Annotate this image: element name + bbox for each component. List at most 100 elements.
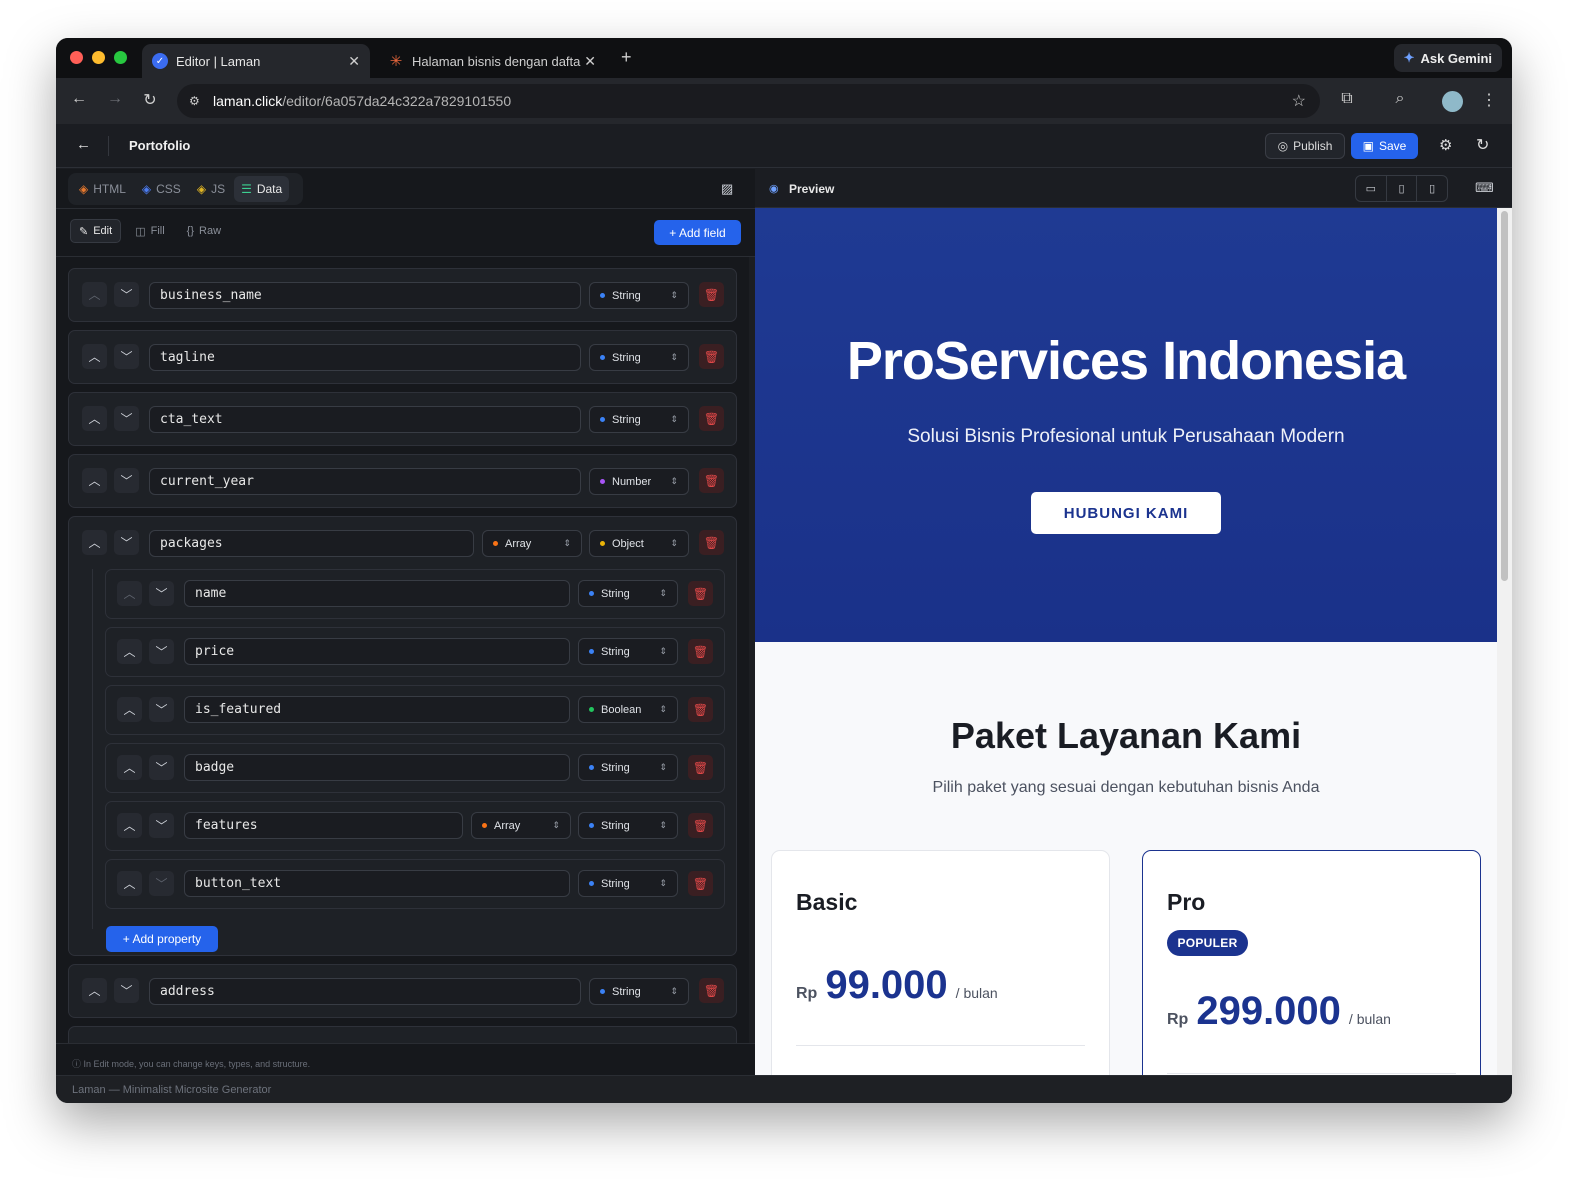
ask-gemini-button[interactable]: ✦ Ask Gemini xyxy=(1393,44,1502,72)
add-property-button[interactable]: + Add property xyxy=(106,926,218,952)
back-arrow-icon[interactable]: ← xyxy=(76,136,91,153)
image-icon[interactable]: ▨ xyxy=(721,181,733,197)
back-icon[interactable]: ← xyxy=(68,90,90,108)
move-down-icon[interactable]: ﹀ xyxy=(114,530,139,555)
delete-trash-icon[interactable]: 🗑 xyxy=(688,697,713,722)
field-type-select[interactable]: String ⇕ xyxy=(589,282,689,309)
mobile-icon[interactable]: ▯ xyxy=(1417,176,1447,201)
new-tab-button[interactable]: + xyxy=(621,47,632,68)
property-type-select[interactable]: String ⇕ xyxy=(578,754,678,781)
move-down-icon[interactable]: ﹀ xyxy=(149,581,174,606)
move-up-icon[interactable]: ︿ xyxy=(117,755,142,780)
item-type-select[interactable]: Object ⇕ xyxy=(589,530,689,557)
cta-button[interactable]: HUBUNGI KAMI xyxy=(1031,492,1221,534)
add-field-button[interactable]: + Add field xyxy=(654,220,741,245)
mode-fill[interactable]: ◫ Fill xyxy=(127,219,172,243)
property-type-select[interactable]: String ⇕ xyxy=(578,638,678,665)
move-up-icon[interactable]: ︿ xyxy=(117,581,142,606)
field-key-input[interactable]: address xyxy=(149,978,581,1005)
property-key-input[interactable]: features xyxy=(184,812,463,839)
tab-halaman[interactable]: ✳ Halaman bisnis dengan dafta ✕ xyxy=(378,44,606,78)
scrollbar-thumb[interactable] xyxy=(1501,211,1508,581)
property-key-input[interactable]: price xyxy=(184,638,570,665)
settings-gear-icon[interactable]: ⚙ xyxy=(1439,136,1452,154)
move-up-icon[interactable]: ︿ xyxy=(82,344,107,369)
move-up-icon[interactable]: ︿ xyxy=(82,468,107,493)
move-up-icon[interactable]: ︿ xyxy=(82,530,107,555)
delete-trash-icon[interactable]: 🗑 xyxy=(688,755,713,780)
tablet-icon[interactable]: ▯ xyxy=(1387,176,1418,201)
field-type-select[interactable]: Array ⇕ xyxy=(482,530,582,557)
delete-trash-icon[interactable]: 🗑 xyxy=(699,282,724,307)
move-up-icon[interactable]: ︿ xyxy=(82,978,107,1003)
move-down-icon[interactable]: ﹀ xyxy=(114,468,139,493)
maximize-window-button[interactable] xyxy=(114,51,127,64)
address-bar[interactable]: ⚙ laman.click/editor/6a057da24c322a78291… xyxy=(177,84,1320,118)
move-down-icon[interactable]: ﹀ xyxy=(114,406,139,431)
mode-edit[interactable]: ✎ Edit xyxy=(70,219,122,243)
minimize-window-button[interactable] xyxy=(92,51,105,64)
delete-trash-icon[interactable]: 🗑 xyxy=(699,530,724,555)
move-up-icon[interactable]: ︿ xyxy=(117,871,142,896)
mode-raw[interactable]: {} Raw xyxy=(179,219,229,243)
preview-scrollbar[interactable] xyxy=(1497,208,1512,1075)
move-down-icon[interactable]: ﹀ xyxy=(114,344,139,369)
delete-trash-icon[interactable]: 🗑 xyxy=(699,344,724,369)
tab-html[interactable]: ◈ HTML xyxy=(72,176,133,202)
tab-css[interactable]: ◈ CSS xyxy=(135,176,188,202)
move-down-icon[interactable]: ﹀ xyxy=(149,755,174,780)
move-down-icon[interactable]: ﹀ xyxy=(149,639,174,664)
property-type-select[interactable]: String ⇕ xyxy=(578,580,678,607)
property-type-select[interactable]: String ⇕ xyxy=(578,870,678,897)
property-item-type-select[interactable]: String ⇕ xyxy=(578,812,678,839)
property-type-select[interactable]: Boolean ⇕ xyxy=(578,696,678,723)
tab-editor[interactable]: ✓ Editor | Laman ✕ xyxy=(142,44,370,78)
reload-icon[interactable]: ↻ xyxy=(139,90,161,110)
bookmark-star-icon[interactable]: ☆ xyxy=(1292,91,1306,111)
delete-trash-icon[interactable]: 🗑 xyxy=(699,978,724,1003)
move-down-icon[interactable]: ﹀ xyxy=(114,282,139,307)
field-key-input[interactable]: tagline xyxy=(149,344,581,371)
close-window-button[interactable] xyxy=(70,51,83,64)
close-tab-icon[interactable]: ✕ xyxy=(584,53,596,70)
extensions-icon[interactable]: ⧉ xyxy=(1336,90,1358,108)
delete-trash-icon[interactable]: 🗑 xyxy=(688,871,713,896)
refresh-icon[interactable]: ↻ xyxy=(1476,135,1489,155)
tab-js[interactable]: ◈ JS xyxy=(190,176,232,202)
property-key-input[interactable]: is_featured xyxy=(184,696,570,723)
delete-trash-icon[interactable]: 🗑 xyxy=(688,639,713,664)
move-up-icon[interactable]: ︿ xyxy=(82,282,107,307)
field-type-select[interactable]: String ⇕ xyxy=(589,406,689,433)
close-tab-icon[interactable]: ✕ xyxy=(348,53,360,70)
more-menu-icon[interactable]: ⋮ xyxy=(1478,90,1500,110)
property-key-input[interactable]: badge xyxy=(184,754,570,781)
move-up-icon[interactable]: ︿ xyxy=(117,639,142,664)
move-down-icon[interactable]: ﹀ xyxy=(114,978,139,1003)
delete-trash-icon[interactable]: 🗑 xyxy=(699,406,724,431)
save-button[interactable]: ▣ Save xyxy=(1351,133,1418,159)
move-down-icon[interactable]: ﹀ xyxy=(149,813,174,838)
move-up-icon[interactable]: ︿ xyxy=(117,697,142,722)
field-key-input[interactable]: current_year xyxy=(149,468,581,495)
property-type-select[interactable]: Array ⇕ xyxy=(471,812,571,839)
delete-trash-icon[interactable]: 🗑 xyxy=(688,581,713,606)
forward-icon[interactable]: → xyxy=(104,90,126,108)
property-key-input[interactable]: button_text xyxy=(184,870,570,897)
site-info-icon[interactable]: ⚙ xyxy=(189,94,200,108)
property-key-input[interactable]: name xyxy=(184,580,570,607)
field-key-input[interactable]: cta_text xyxy=(149,406,581,433)
field-type-select[interactable]: String ⇕ xyxy=(589,978,689,1005)
tab-search-icon[interactable]: ⌕ xyxy=(1389,90,1411,108)
move-up-icon[interactable]: ︿ xyxy=(82,406,107,431)
field-key-input[interactable]: packages xyxy=(149,530,474,557)
delete-trash-icon[interactable]: 🗑 xyxy=(699,468,724,493)
field-type-select[interactable]: Number ⇕ xyxy=(589,468,689,495)
desktop-icon[interactable]: ▭ xyxy=(1356,176,1387,201)
field-type-select[interactable]: String ⇕ xyxy=(589,344,689,371)
publish-button[interactable]: ◎ Publish xyxy=(1265,133,1345,159)
console-icon[interactable]: ⌨ xyxy=(1475,180,1494,196)
tab-data[interactable]: ☰ Data xyxy=(234,176,290,202)
field-key-input[interactable]: business_name xyxy=(149,282,581,309)
move-up-icon[interactable]: ︿ xyxy=(117,813,142,838)
delete-trash-icon[interactable]: 🗑 xyxy=(688,813,713,838)
